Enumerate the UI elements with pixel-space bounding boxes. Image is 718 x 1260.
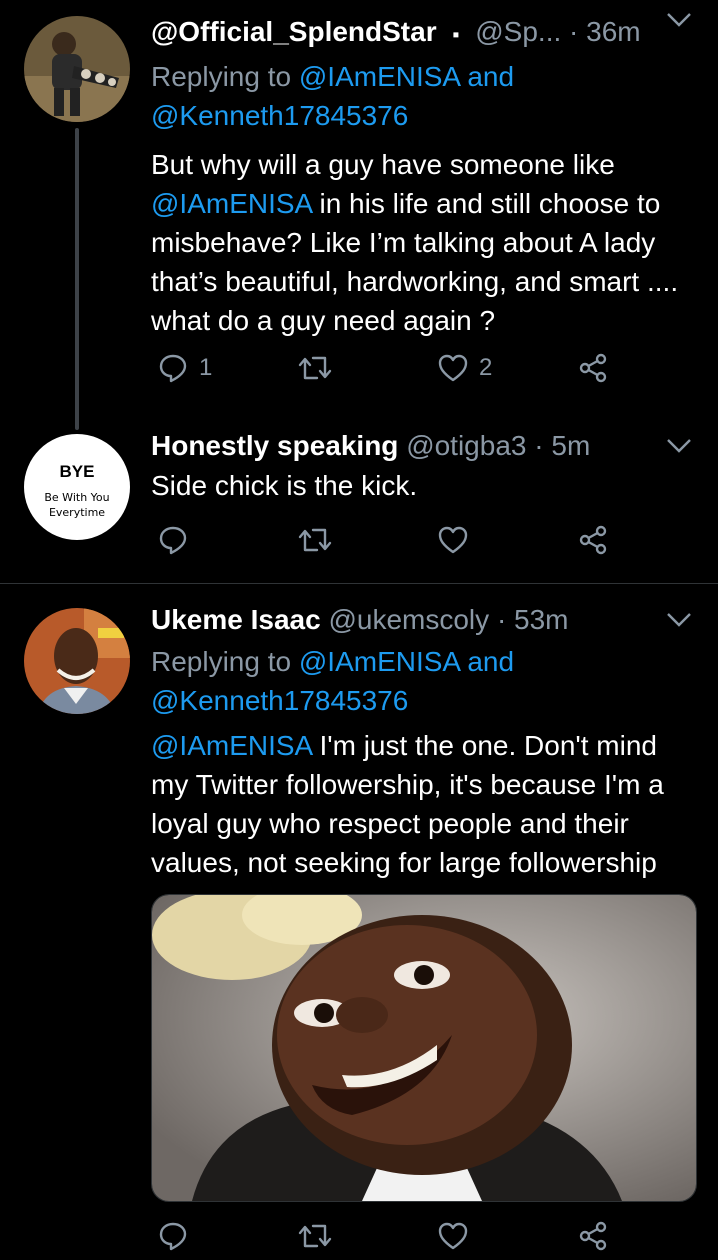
verified-mark: ▪	[452, 24, 460, 46]
tweet-image[interactable]	[151, 894, 697, 1202]
reply-user-link[interactable]: @Kenneth17845376	[151, 685, 408, 716]
display-name[interactable]: @Official_SplendStar	[151, 16, 437, 47]
like-icon	[437, 352, 469, 384]
tweet-actions: 1 2	[151, 352, 621, 392]
retweet-button[interactable]	[297, 352, 333, 384]
tweet-actions	[151, 524, 621, 564]
tweet-header: @Official_SplendStar ▪ @Sp... · 36m	[151, 14, 694, 53]
replying-to: Replying to @IAmENISA and @Kenneth178453…	[151, 57, 694, 135]
retweet-button[interactable]	[297, 1220, 333, 1252]
display-name[interactable]: Honestly speaking	[151, 430, 398, 461]
reply-and: and	[467, 646, 515, 677]
replying-prefix: Replying to	[151, 646, 292, 677]
handle[interactable]: @Sp...	[475, 16, 561, 47]
tweet-text: But why will a guy have someone like @IA…	[151, 145, 694, 340]
tweet-header: Honestly speaking @otigba3 · 5m	[151, 428, 694, 464]
thread-line	[75, 128, 79, 430]
share-button[interactable]	[577, 352, 609, 384]
reply-button[interactable]	[157, 1220, 189, 1252]
timestamp[interactable]: · 36m	[569, 16, 641, 47]
reply-icon	[157, 352, 189, 384]
reply-count: 1	[199, 354, 213, 381]
like-icon	[437, 524, 469, 556]
mention-link[interactable]: @IAmENISA	[151, 188, 312, 219]
timestamp[interactable]: · 5m	[534, 430, 590, 461]
retweet-icon	[297, 1220, 333, 1252]
avatar-subtitle: Everytime	[48, 506, 106, 519]
chevron-down-icon[interactable]	[666, 612, 692, 633]
chevron-down-icon[interactable]	[666, 438, 692, 459]
tweet-text: @IAmENISA I'm just the one. Don't mind m…	[151, 726, 694, 882]
tweet-3[interactable]: Ukeme Isaac @ukemscoly · 53m Replying to…	[0, 584, 718, 1251]
share-icon	[577, 524, 609, 556]
like-button[interactable]: 2	[437, 352, 492, 384]
tweet-2[interactable]: BYE Be With You Everytime Honestly speak…	[0, 420, 718, 584]
tweet-content: Honestly speaking @otigba3 · 5m Side chi…	[151, 428, 694, 505]
reply-user-link[interactable]: @IAmENISA	[299, 646, 460, 677]
share-icon	[577, 1220, 609, 1252]
tweet-content: @Official_SplendStar ▪ @Sp... · 36m Repl…	[151, 14, 694, 340]
replying-prefix: Replying to	[151, 61, 292, 92]
reply-user-link[interactable]: @IAmENISA	[299, 61, 460, 92]
reply-icon	[157, 1220, 189, 1252]
reply-button[interactable]: 1	[157, 352, 212, 384]
like-button[interactable]	[437, 524, 469, 556]
like-icon	[437, 1220, 469, 1252]
chevron-down-icon[interactable]	[666, 12, 692, 33]
share-button[interactable]	[577, 524, 609, 556]
reply-user-link[interactable]: @Kenneth17845376	[151, 100, 408, 131]
tweet-text: Side chick is the kick.	[151, 470, 418, 501]
reply-and: and	[467, 61, 515, 92]
reply-icon	[157, 524, 189, 556]
avatar-subtitle: Be With You	[44, 491, 110, 504]
timestamp[interactable]: · 53m	[497, 604, 569, 635]
avatar[interactable]: BYE Be With You Everytime	[24, 434, 130, 540]
like-button[interactable]	[437, 1220, 469, 1252]
text-segment: But why will a guy have someone like	[151, 149, 615, 180]
replying-to: Replying to @IAmENISA and @Kenneth178453…	[151, 642, 694, 720]
tweet-1[interactable]: @Official_SplendStar ▪ @Sp... · 36m Repl…	[0, 0, 718, 440]
tweet-content: Ukeme Isaac @ukemscoly · 53m Replying to…	[151, 602, 694, 882]
retweet-button[interactable]	[297, 524, 333, 556]
avatar[interactable]	[24, 608, 130, 714]
retweet-icon	[297, 352, 333, 384]
reply-button[interactable]	[157, 524, 189, 556]
handle[interactable]: @otigba3	[406, 430, 526, 461]
share-icon	[577, 352, 609, 384]
retweet-icon	[297, 524, 333, 556]
tweet-actions	[151, 1220, 621, 1260]
tweet-header: Ukeme Isaac @ukemscoly · 53m	[151, 602, 694, 638]
handle[interactable]: @ukemscoly	[328, 604, 489, 635]
avatar[interactable]	[24, 16, 130, 122]
mention-link[interactable]: @IAmENISA	[151, 730, 312, 761]
like-count: 2	[479, 354, 493, 381]
share-button[interactable]	[577, 1220, 609, 1252]
avatar-title: BYE	[59, 462, 95, 481]
display-name[interactable]: Ukeme Isaac	[151, 604, 321, 635]
